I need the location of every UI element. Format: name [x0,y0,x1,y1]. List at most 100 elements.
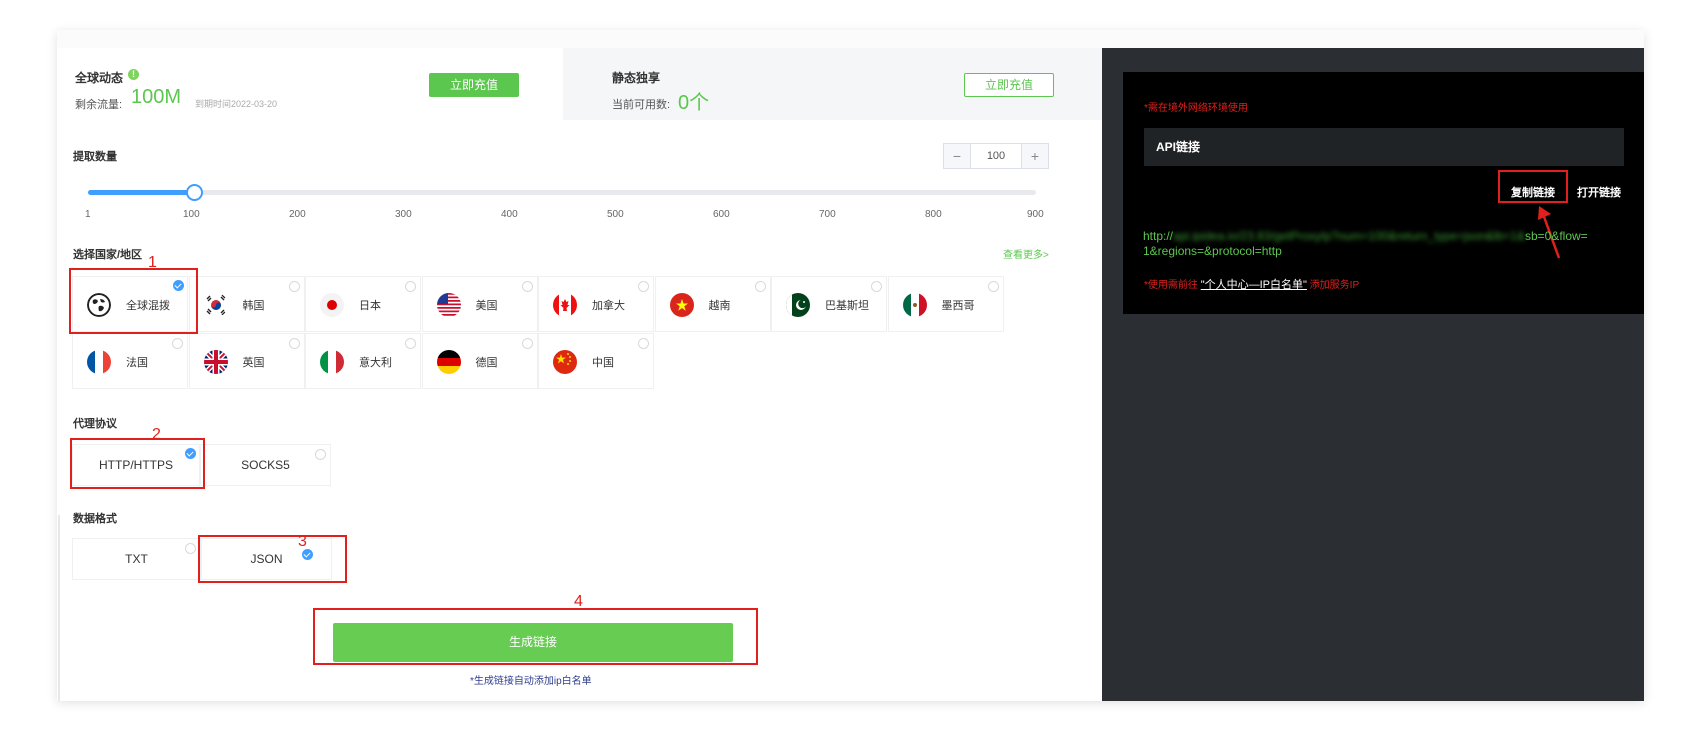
flag-de-icon [436,349,461,374]
flag-ca-icon [553,293,577,317]
quantity-stepper: − 100 + [943,143,1049,169]
available-value: 0个 [678,92,710,114]
radio-icon [987,281,999,292]
slider-tick-700: 700 [819,209,836,220]
annotation-box-3 [198,535,347,583]
slider-tick-200: 200 [289,209,306,220]
flag-gb-icon [203,349,228,374]
radio-icon [754,281,766,292]
whitelist-post: 添加服务IP [1309,280,1360,291]
flag-cn-icon [553,349,577,374]
flag-pk-icon [786,293,810,317]
quantity-label: 提取数量 [73,151,117,163]
whitelist-note: *使用需前往 "个人中心—IP白名单" 添加服务IP [1144,276,1359,292]
annotation-box-2 [70,438,205,489]
global-plan-title: 全球动态 [75,71,124,85]
country-name: 法国 [126,356,148,369]
country-name: 英国 [242,356,265,369]
radio-icon [405,337,416,349]
radio-icon [405,281,416,292]
annotation-box-4 [313,608,758,665]
radio-icon [288,281,300,292]
view-more-link[interactable]: 查看更多> [1003,246,1049,261]
flag-it-icon [320,349,344,374]
radio-icon [288,337,300,349]
slider-tick-100: 100 [183,209,200,220]
available-label: 当前可用数: [612,99,671,111]
increase-button[interactable]: + [1021,144,1048,168]
generate-note: *生成链接自动添加ip白名单 [470,676,592,687]
static-plan-title: 静态独享 [612,71,661,85]
quantity-slider-handle[interactable] [186,184,203,201]
flag-vn-icon [669,293,694,317]
country-option-kr[interactable]: 韩国 [188,276,305,332]
url-prefix: http:// [1143,229,1174,243]
annotation-number-4: 4 [574,593,583,610]
country-option-ca[interactable]: 加拿大 [538,276,654,332]
annotation-number-2: 2 [152,426,161,443]
radio-icon [172,337,183,349]
country-name: 越南 [708,300,731,312]
decrease-button[interactable]: − [944,144,971,168]
country-option-jp[interactable]: 日本 [305,276,421,332]
url-hidden: api.ipidea.io/23.83/getProxyIp?num=100&r… [1173,229,1525,243]
country-option-vn[interactable]: 越南 [654,276,771,332]
format-label: 数据格式 [73,513,117,525]
api-link-header: API链接 [1144,128,1624,166]
network-warning: *需在境外网络环境使用 [1144,103,1248,114]
api-url[interactable]: http://api.ipidea.io/23.83/getProxyIp?nu… [1143,229,1613,259]
slider-tick-800: 800 [925,209,942,220]
slider-tick-400: 400 [501,209,518,220]
country-name: 巴基斯坦 [825,300,869,312]
country-option-cn[interactable]: 中国 [538,332,654,389]
country-name: 加拿大 [592,300,625,312]
static-recharge-button[interactable]: 立即充值 [964,73,1054,97]
flag-jp-icon [320,293,344,317]
format-option-txt[interactable]: TXT [72,538,201,580]
slider-tick-1: 1 [85,209,91,220]
quantity-slider-track[interactable] [88,190,1036,195]
url-line2: 1&regions=&protocol=http [1143,244,1282,258]
radio-icon [315,449,326,460]
country-option-us[interactable]: 美国 [421,276,538,332]
country-name: 德国 [475,356,498,369]
country-option-pk[interactable]: 巴基斯坦 [771,276,887,332]
region-label: 选择国家/地区 [73,249,143,261]
country-option-gb[interactable]: 英国 [188,332,305,389]
country-name: 中国 [592,356,614,369]
radio-icon [521,337,533,349]
country-name: 日本 [359,300,381,312]
slider-tick-300: 300 [395,209,412,220]
expiry-date: 到期时间2022-03-20 [195,99,278,109]
quantity-input[interactable]: 100 [970,144,1022,168]
flag-fr-icon [87,349,111,374]
radio-icon [521,281,533,292]
country-name: 韩国 [242,300,265,312]
country-option-it[interactable]: 意大利 [305,332,421,389]
flag-us-icon [436,293,461,317]
country-option-fr[interactable]: 法国 [72,332,188,389]
remaining-label: 剩余流量: [75,99,123,111]
protocol-label: 代理协议 [73,418,117,430]
top-strip [57,30,1644,48]
country-option-de[interactable]: 德国 [421,332,538,389]
annotation-number-3: 3 [298,533,307,550]
flag-mx-icon [902,293,927,317]
radio-icon [638,337,649,349]
open-link-button[interactable]: 打开链接 [1577,184,1621,200]
radio-icon [185,543,196,554]
global-recharge-button[interactable]: 立即充值 [429,73,519,97]
country-option-mx[interactable]: 墨西哥 [887,276,1004,332]
radio-icon [638,281,649,292]
remaining-value: 100M [131,86,182,108]
info-icon[interactable]: ! [128,69,139,80]
option-label: TXT [125,552,148,566]
url-tail: sb=0&flow= [1524,229,1588,243]
protocol-option-socks5[interactable]: SOCKS5 [200,444,331,486]
annotation-number-1: 1 [148,254,157,271]
slider-tick-600: 600 [713,209,730,220]
radio-icon [871,281,882,292]
whitelist-link[interactable]: "个人中心—IP白名单" [1201,279,1307,291]
left-rail [58,515,60,701]
country-name: 墨西哥 [941,300,975,312]
